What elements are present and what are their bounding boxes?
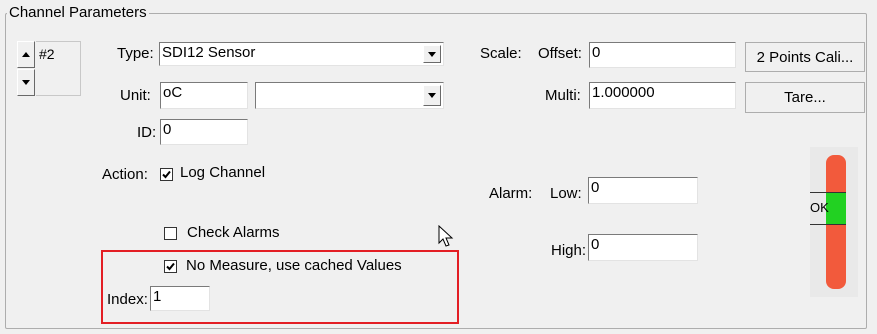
type-select-value: SDI12 Sensor — [162, 44, 256, 61]
unit-label: Unit: — [120, 87, 151, 104]
chevron-down-icon — [428, 93, 436, 98]
log-channel-checkbox[interactable] — [160, 168, 173, 181]
chevron-down-icon — [428, 51, 436, 57]
group-title: Channel Parameters — [7, 4, 149, 22]
unit-select[interactable] — [255, 82, 444, 109]
type-label: Type: — [117, 45, 154, 62]
multi-label: Multi: — [545, 87, 581, 104]
unit-dropdown-button[interactable] — [423, 85, 441, 106]
alarm-label: Alarm: — [489, 185, 533, 202]
log-channel-label[interactable]: Log Channel — [180, 164, 265, 182]
channel-number-frame — [36, 41, 81, 96]
id-input[interactable]: 0 — [160, 119, 248, 145]
offset-input-value: 0 — [592, 44, 601, 61]
multi-input-value: 1.000000 — [592, 84, 655, 101]
check-alarms-label[interactable]: Check Alarms — [187, 224, 280, 242]
alarm-high-value: 0 — [591, 236, 600, 253]
type-dropdown-button[interactable] — [423, 45, 441, 63]
alarm-high-label: High: — [551, 242, 587, 259]
checkmark-icon — [162, 170, 171, 179]
offset-label: Offset: — [538, 45, 582, 62]
arrow-up-icon — [22, 52, 30, 57]
type-select[interactable]: SDI12 Sensor — [159, 42, 444, 66]
channel-down-button[interactable] — [17, 69, 35, 96]
id-input-value: 0 — [163, 121, 172, 138]
indicator-low-zone — [826, 224, 846, 289]
unit-input[interactable]: oC — [160, 82, 248, 109]
unit-input-value: oC — [163, 84, 183, 101]
indicator-high-zone — [826, 155, 846, 193]
alarm-high-input[interactable]: 0 — [588, 234, 698, 261]
alarm-low-label: Low: — [550, 185, 582, 202]
indicator-ok-zone — [826, 193, 846, 224]
indicator-lower-line — [810, 224, 846, 225]
indicator-status-label: OK — [810, 200, 829, 215]
mouse-cursor-icon — [438, 225, 454, 247]
channel-up-button[interactable] — [17, 41, 35, 68]
scale-label: Scale: — [480, 45, 522, 62]
check-alarms-checkbox[interactable] — [164, 227, 177, 240]
arrow-down-icon — [22, 80, 30, 85]
alarm-low-value: 0 — [591, 179, 600, 196]
tare-button[interactable]: Tare... — [745, 82, 865, 113]
alarm-low-input[interactable]: 0 — [588, 177, 698, 204]
id-label: ID: — [137, 124, 157, 141]
alarm-indicator: OK — [810, 147, 858, 297]
action-label: Action: — [102, 166, 148, 183]
indicator-upper-line — [810, 192, 846, 193]
multi-input[interactable]: 1.000000 — [589, 82, 736, 109]
highlight-box — [101, 250, 459, 324]
offset-input[interactable]: 0 — [589, 42, 736, 68]
two-points-calibration-button[interactable]: 2 Points Cali... — [745, 42, 865, 72]
